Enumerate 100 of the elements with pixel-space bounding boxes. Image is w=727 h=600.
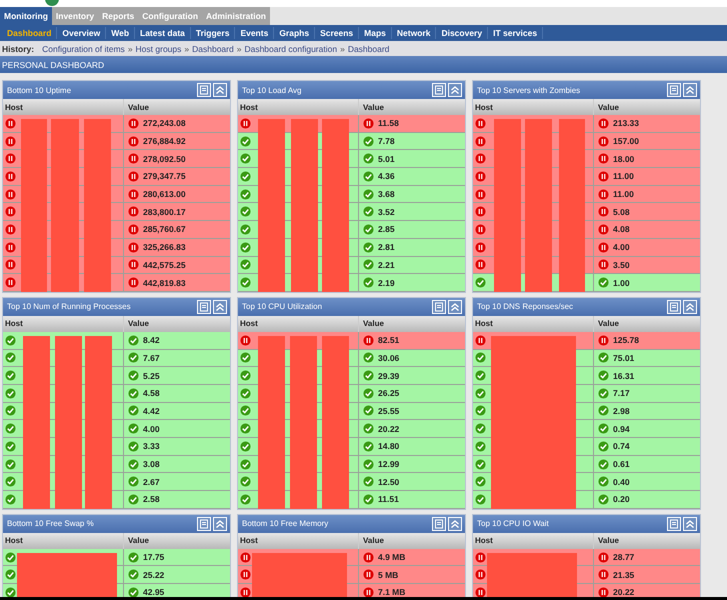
ok-icon [363, 440, 374, 452]
ok-icon [240, 370, 251, 382]
ok-icon [363, 259, 374, 270]
value-text: 0.40 [613, 476, 630, 487]
problem-icon [475, 136, 486, 147]
submenu-link[interactable]: Web [106, 27, 136, 39]
column-header: Value [597, 319, 620, 328]
widget-title: Top 10 CPU Utilization [242, 302, 322, 312]
ok-icon [5, 388, 16, 399]
collapse-icon[interactable] [683, 516, 697, 531]
ok-icon [363, 242, 374, 253]
collapse-icon[interactable] [448, 83, 462, 97]
ok-icon [598, 440, 609, 452]
ok-icon [240, 388, 251, 399]
problem-icon [240, 569, 251, 580]
value-text: 12.99 [378, 459, 400, 470]
problem-icon [475, 334, 486, 346]
ok-icon [128, 405, 139, 416]
menu-icon[interactable] [197, 516, 211, 531]
collapse-icon[interactable] [213, 83, 227, 97]
ok-icon [363, 136, 374, 147]
ok-icon [240, 277, 251, 288]
problem-icon [5, 118, 16, 129]
column-header: Value [127, 319, 150, 328]
ok-icon [475, 476, 486, 488]
value-text: 11.00 [613, 171, 634, 182]
ok-icon [240, 405, 251, 416]
problem-icon [240, 118, 251, 129]
value-text: 12.50 [378, 476, 400, 487]
problem-icon [5, 277, 16, 288]
menu-icon[interactable] [197, 83, 211, 97]
value-text: 25.55 [378, 406, 400, 416]
menu-icon[interactable] [667, 83, 681, 97]
history-link[interactable]: Dashboard configuration [244, 44, 338, 54]
history-link[interactable]: Host groups [136, 44, 182, 54]
ok-icon [240, 259, 251, 270]
ok-icon [363, 458, 374, 470]
value-text: 2.67 [143, 476, 160, 487]
submenu-link[interactable]: Maps [359, 27, 392, 39]
ok-icon [5, 423, 16, 434]
problem-icon [598, 224, 609, 235]
collapse-icon[interactable] [213, 516, 227, 531]
problem-icon [363, 569, 374, 580]
value-text: 2.81 [378, 242, 395, 252]
ok-icon [5, 569, 16, 580]
menu-icon[interactable] [432, 516, 446, 531]
collapse-icon[interactable] [213, 300, 227, 314]
value-text: 17.75 [143, 552, 164, 562]
submenu-link[interactable]: Graphs [274, 27, 316, 39]
submenu-link[interactable]: Screens [315, 27, 360, 39]
ok-icon [475, 405, 486, 416]
collapse-icon[interactable] [448, 516, 462, 531]
ok-icon [363, 388, 374, 399]
value-text: 16.31 [613, 370, 634, 381]
widget-title: Top 10 Load Avg [242, 86, 302, 94]
menu-icon[interactable] [432, 83, 446, 97]
problem-icon [598, 259, 609, 270]
problem-icon [5, 224, 16, 235]
breadcrumb-separator: » [128, 44, 133, 54]
submenu-link[interactable]: Triggers [190, 27, 236, 39]
problem-icon [240, 586, 251, 598]
problem-icon [128, 224, 139, 235]
submenu-link[interactable]: Dashboard [2, 27, 58, 39]
submenu-link[interactable]: Latest data [135, 27, 191, 39]
value-text: 4.36 [378, 171, 395, 182]
collapse-icon[interactable] [448, 300, 462, 314]
ok-icon [128, 476, 139, 488]
value-text: 3.52 [378, 206, 395, 217]
history-link[interactable]: Configuration of items [42, 44, 125, 54]
widget-title: Top 10 CPU IO Wait [477, 519, 549, 528]
ok-icon [598, 423, 609, 434]
ok-icon [363, 224, 374, 235]
column-header: Value [362, 319, 385, 328]
ok-icon [128, 552, 139, 563]
menu-icon[interactable] [667, 516, 681, 531]
history-link[interactable]: Dashboard [192, 44, 234, 54]
ok-icon [598, 405, 609, 416]
ok-icon [240, 440, 251, 452]
submenu-link[interactable]: Overview [57, 27, 106, 39]
menu-icon[interactable] [432, 300, 446, 314]
submenu-link[interactable]: Discovery [436, 27, 488, 39]
menu-tab[interactable]: Monitoring [0, 7, 52, 25]
ok-icon [128, 388, 139, 399]
ok-icon [363, 352, 374, 364]
value-text: 325,266.83 [143, 242, 186, 252]
value-text: 4.42 [143, 406, 160, 416]
submenu-link[interactable]: Events [235, 27, 274, 39]
menu-icon[interactable] [667, 300, 681, 314]
value-text: 5.08 [613, 206, 630, 217]
collapse-icon[interactable] [683, 83, 697, 97]
menu-icon[interactable] [197, 300, 211, 314]
value-text: 28.77 [613, 552, 634, 562]
ok-icon [128, 440, 139, 452]
history-link[interactable]: Dashboard [348, 44, 390, 54]
submenu-link[interactable]: IT services [488, 27, 544, 39]
ok-icon [240, 153, 251, 164]
collapse-icon[interactable] [683, 300, 697, 314]
value-text: 442,819.83 [143, 278, 186, 288]
submenu-link[interactable]: Network [392, 27, 436, 39]
ok-icon [240, 188, 251, 200]
